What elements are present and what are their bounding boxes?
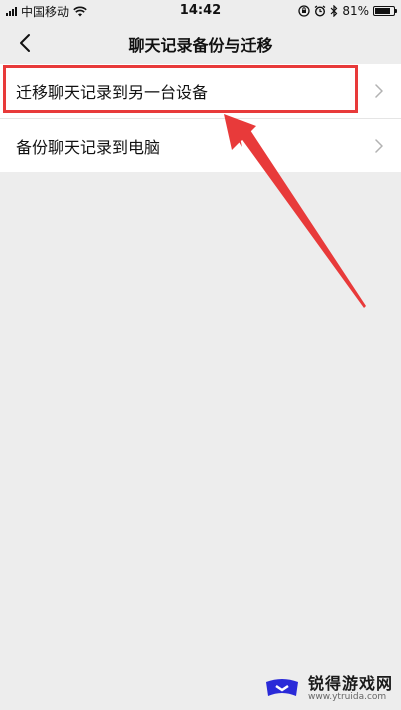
- rotation-lock-icon: [298, 5, 310, 17]
- chevron-right-icon: [373, 83, 385, 99]
- battery-fill: [375, 8, 390, 14]
- status-bar: 中国移动 14:42 81%: [0, 0, 401, 22]
- bluetooth-icon: [330, 5, 338, 17]
- gamepad-logo-icon: [265, 679, 298, 696]
- settings-list: 迁移聊天记录到另一台设备 备份聊天记录到电脑: [0, 64, 401, 172]
- list-item-migrate-chat[interactable]: 迁移聊天记录到另一台设备: [0, 64, 401, 118]
- watermark-title: 锐得游戏网: [307, 674, 393, 694]
- list-item-backup-to-pc[interactable]: 备份聊天记录到电脑: [0, 118, 401, 172]
- list-item-label: 备份聊天记录到电脑: [16, 137, 161, 157]
- status-right: 81%: [298, 3, 397, 19]
- watermark-text: 锐得游戏网 www.ytruida.com: [308, 675, 393, 702]
- watermark: 锐得游戏网 www.ytruida.com: [262, 674, 393, 704]
- battery-icon: [373, 6, 397, 16]
- watermark-url: www.ytruida.com: [307, 691, 387, 702]
- alarm-icon: [314, 5, 326, 17]
- nav-bar: 聊天记录备份与迁移: [0, 22, 401, 64]
- battery-percent: 81%: [342, 4, 369, 18]
- chevron-right-icon: [373, 138, 385, 154]
- list-item-label: 迁移聊天记录到另一台设备: [16, 83, 209, 102]
- page-title: 聊天记录备份与迁移: [128, 36, 273, 55]
